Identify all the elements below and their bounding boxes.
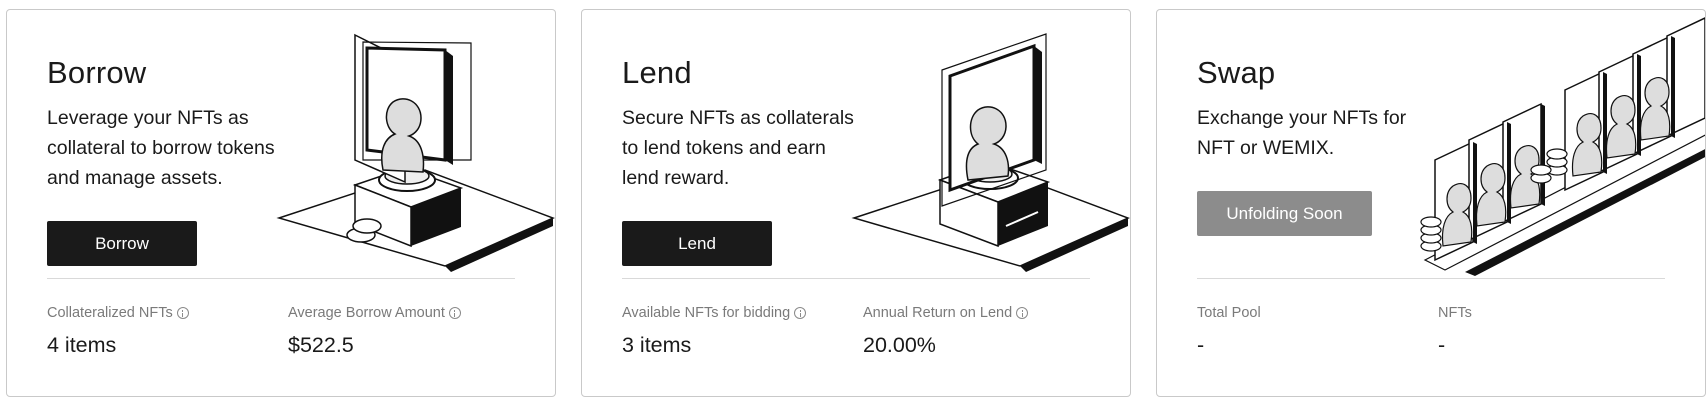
stat-value: $522.5	[288, 333, 354, 357]
stat-average-borrow-amount: Average Borrow Amount $522.5	[288, 304, 461, 358]
card-description: Exchange your NFTs for NFT or WEMIX.	[1197, 107, 1407, 159]
stat-available-nfts: Available NFTs for bidding 3 items	[622, 304, 807, 358]
stat-value: -	[1197, 333, 1205, 357]
swap-card: Swap Exchange your NFTs for NFT or WEMIX…	[1156, 9, 1706, 397]
unfolding-soon-button: Unfolding Soon	[1197, 191, 1372, 236]
stat-annual-return: Annual Return on Lend 20.00%	[863, 304, 1029, 358]
card-title: Borrow	[47, 55, 147, 90]
stat-total-pool: Total Pool -	[1197, 304, 1261, 358]
stat-label: Available NFTs for bidding	[622, 305, 791, 321]
stat-value: -	[1438, 333, 1446, 357]
card-title: Lend	[622, 55, 692, 90]
divider	[47, 278, 515, 279]
divider	[1197, 278, 1665, 279]
stat-value: 3 items	[622, 333, 692, 357]
stat-value: 20.00%	[863, 333, 936, 357]
stat-label: Annual Return on Lend	[863, 305, 1013, 321]
nft-frame-pedestal-illustration	[276, 33, 555, 272]
stat-collateralized-nfts: Collateralized NFTs 4 items	[47, 304, 189, 358]
stat-value: 4 items	[47, 333, 117, 357]
borrow-button[interactable]: Borrow	[47, 221, 197, 266]
stat-label: NFTs	[1438, 305, 1472, 321]
lend-button[interactable]: Lend	[622, 221, 772, 266]
info-icon[interactable]	[448, 307, 461, 319]
card-title: Swap	[1197, 55, 1276, 90]
stat-label: Collateralized NFTs	[47, 305, 173, 321]
lend-card: Lend Secure NFTs as collaterals to lend …	[581, 9, 1131, 397]
borrow-card: Borrow Leverage your NFTs as collateral …	[6, 9, 556, 397]
info-icon[interactable]	[176, 307, 189, 319]
stat-label: Total Pool	[1197, 305, 1261, 321]
card-description: Leverage your NFTs as collateral to borr…	[47, 107, 275, 189]
info-icon[interactable]	[1016, 307, 1029, 319]
info-icon[interactable]	[794, 307, 807, 319]
stat-nfts: NFTs -	[1438, 304, 1472, 358]
divider	[622, 278, 1090, 279]
nft-frame-box-illustration	[851, 33, 1130, 272]
card-description: Secure NFTs as collaterals to lend token…	[622, 107, 854, 189]
stat-label: Average Borrow Amount	[288, 305, 445, 321]
